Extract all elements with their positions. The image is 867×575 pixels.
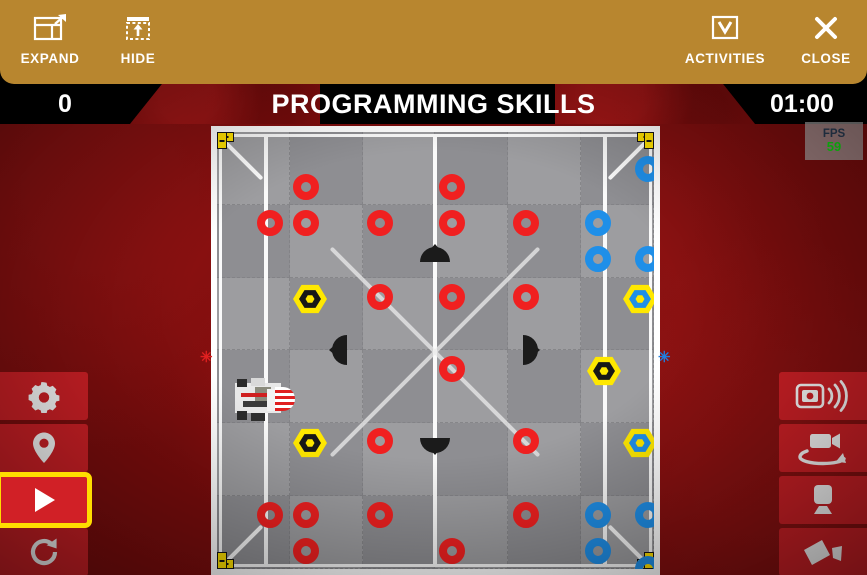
red-ring[interactable] [293,538,319,564]
tripod-camera-icon [814,485,832,514]
hex-game-piece[interactable] [623,428,654,458]
fixed-camera-button[interactable] [779,476,867,524]
red-ring[interactable] [293,502,319,528]
blue-ring[interactable] [585,538,611,564]
hex-game-piece[interactable] [623,284,654,314]
blue-ring[interactable] [585,246,611,272]
gear-icon [28,382,60,413]
red-ring[interactable] [513,210,539,236]
activities-button-label: ACTIVITIES [684,51,766,66]
red-ring[interactable] [439,210,465,236]
close-x-icon [812,10,840,46]
blue-ring[interactable] [635,156,654,182]
red-ring[interactable] [293,174,319,200]
red-ring[interactable] [293,210,319,236]
simulator-window: EXPAND HIDE ACTIVITIES CLOSE 0 PROGRAMMI… [0,0,867,575]
sensor-broadcast-icon [795,380,848,412]
left-alliance-line [264,134,268,565]
corner-goal [217,552,227,569]
red-ring[interactable] [439,538,465,564]
right-toolbar [779,372,867,575]
hide-button-label: HIDE [120,51,156,66]
play-icon [35,488,55,512]
position-button[interactable] [0,424,88,472]
close-button-label: CLOSE [801,51,851,66]
fps-overlay: FPS 59 [805,122,863,160]
blue-alliance-marker: ✳ [658,349,671,366]
angled-camera-button[interactable] [779,528,867,575]
run-button[interactable] [0,472,92,528]
blue-ring[interactable] [585,502,611,528]
angled-camera-icon [804,540,842,565]
sensor-view-button[interactable] [779,372,867,420]
robot-part [237,411,247,420]
robot-part [243,401,269,407]
top-toolbar: EXPAND HIDE ACTIVITIES CLOSE [0,0,867,84]
center-arrowhead [329,344,336,356]
red-ring[interactable] [257,502,283,528]
red-ring[interactable] [367,284,393,310]
close-button[interactable]: CLOSE [776,10,867,76]
right-alliance-line [603,134,607,565]
hex-game-piece[interactable] [587,356,621,386]
red-ring[interactable] [439,356,465,382]
map-pin-icon [33,432,55,463]
expand-button-label: EXPAND [20,51,80,66]
red-ring[interactable] [439,284,465,310]
red-alliance-marker: ✳ [200,349,213,366]
blue-ring[interactable] [635,502,654,528]
expand-window-icon [33,10,67,46]
hex-game-piece[interactable] [293,284,327,314]
robot-part [267,389,275,411]
hide-button[interactable]: HIDE [88,10,188,76]
expand-button[interactable]: EXPAND [0,10,100,76]
corner-goal [217,132,227,149]
fps-value: 59 [826,139,842,155]
hex-game-piece[interactable] [293,428,327,458]
robot-part [237,379,247,387]
robot-part [251,413,265,421]
red-ring[interactable] [367,210,393,236]
corner-goal [644,132,654,149]
center-arrowhead [533,344,540,356]
red-ring[interactable] [257,210,283,236]
red-ring[interactable] [439,174,465,200]
center-arrowhead [429,244,441,251]
red-ring[interactable] [367,428,393,454]
blue-ring[interactable] [635,246,654,272]
red-ring[interactable] [513,502,539,528]
vex-iq-robot[interactable] [233,377,295,425]
orbit-camera-icon [798,433,846,466]
field-mat [217,132,654,569]
reset-button[interactable] [0,528,88,575]
left-toolbar [0,372,92,575]
match-title: PROGRAMMING SKILLS [271,88,596,119]
hide-panel-icon [123,10,153,46]
activities-button[interactable]: ACTIVITIES [675,10,775,76]
blue-ring[interactable] [585,210,611,236]
activities-box-icon [709,10,741,46]
center-arrowhead [429,448,441,455]
robot-part [251,378,265,386]
competition-field[interactable]: ✳ ✳ [200,126,671,575]
red-ring[interactable] [367,502,393,528]
red-ring[interactable] [513,428,539,454]
settings-button[interactable] [0,372,88,420]
orbit-camera-button[interactable] [779,424,867,472]
refresh-icon [30,538,58,566]
red-ring[interactable] [513,284,539,310]
